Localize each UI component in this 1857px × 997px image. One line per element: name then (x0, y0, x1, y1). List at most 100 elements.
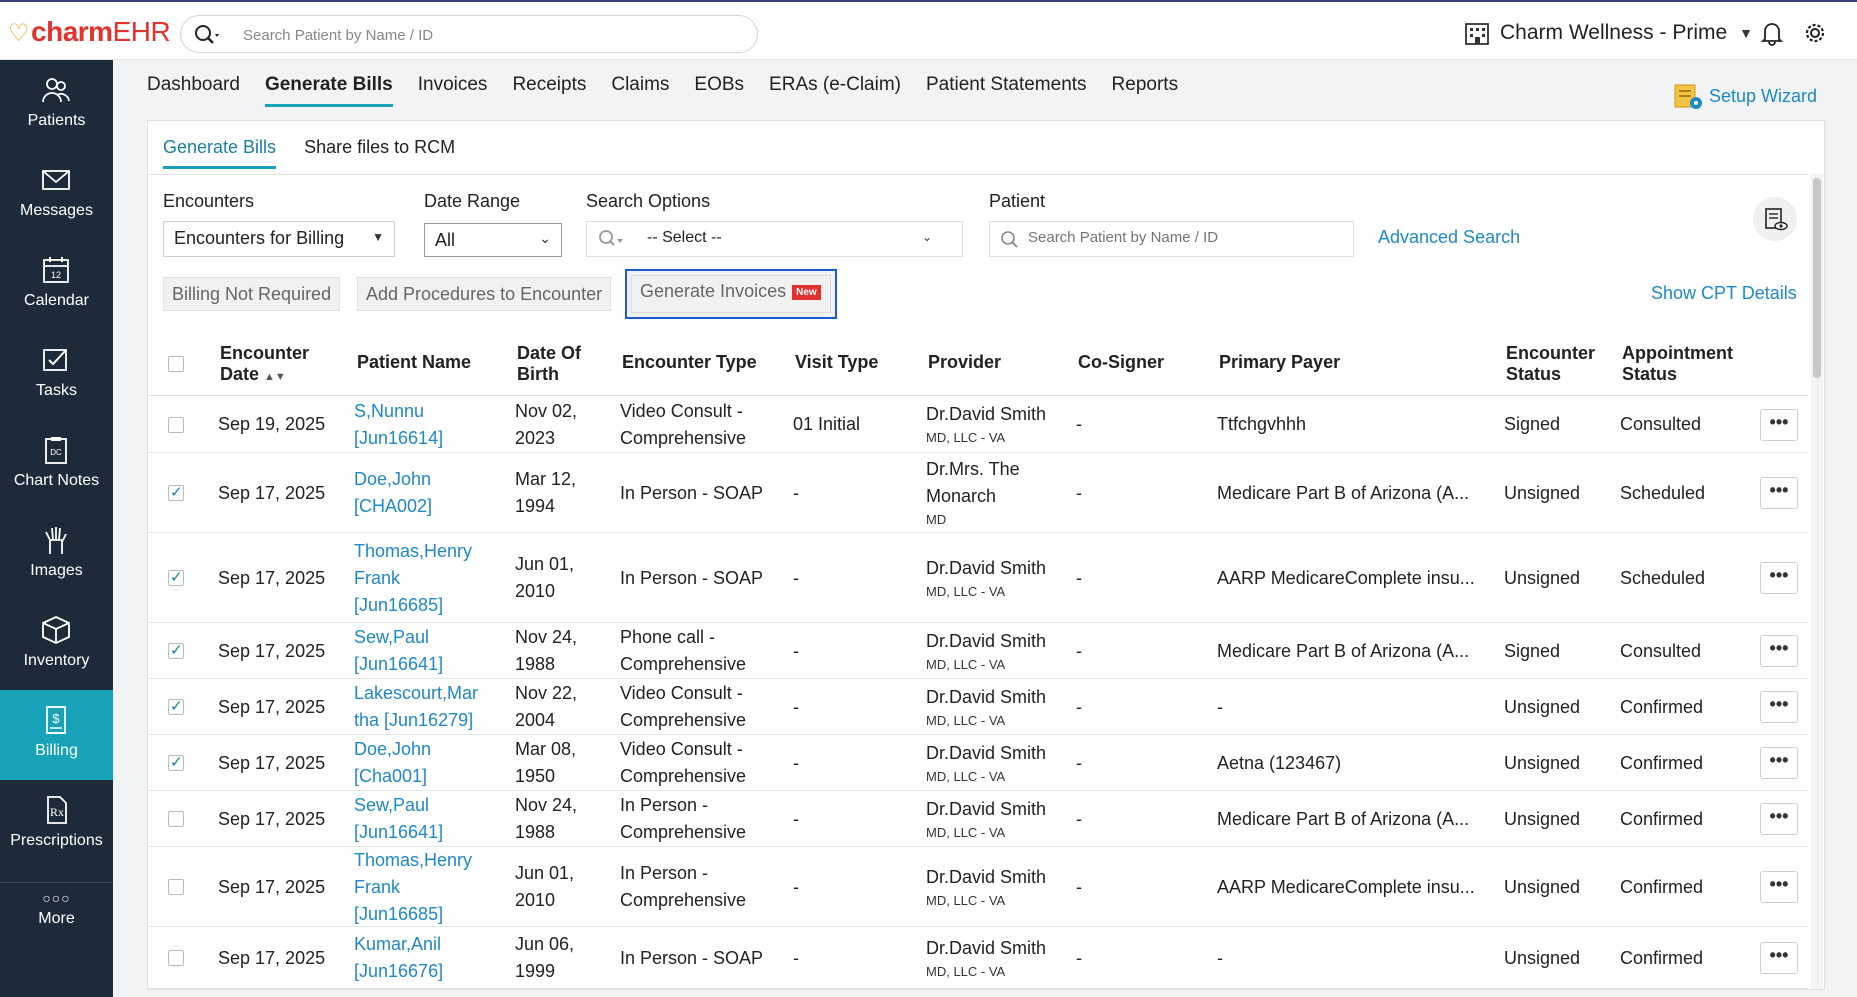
row-checkbox[interactable] (168, 416, 184, 433)
sidebar-item-calendar[interactable]: 12 Calendar (0, 240, 113, 330)
row-actions-menu-button[interactable]: ••• (1760, 871, 1798, 903)
visit-type: - (793, 567, 799, 588)
visit-type: - (793, 482, 799, 503)
patient-name-link[interactable]: Lakescourt,Mar tha [Jun16279] (354, 680, 478, 734)
patient-search-field[interactable] (989, 221, 1354, 257)
encounter-date: Sep 19, 2025 (218, 414, 326, 434)
row-checkbox[interactable] (168, 753, 184, 771)
subtab-share-files-rcm[interactable]: Share files to RCM (304, 137, 455, 169)
table-row: Sep 17, 2025 Thomas,Henry Frank [Jun16685] J… (148, 847, 1808, 927)
patient-name-link[interactable]: S,Nunnu [Jun16614] (354, 398, 443, 452)
header-visit-type: Visit Type (795, 352, 879, 372)
dob-line: Nov 02, (515, 400, 578, 421)
dob-line: Nov 24, (515, 795, 578, 815)
row-actions-menu-button[interactable]: ••• (1760, 408, 1798, 441)
tab-dashboard[interactable]: Dashboard (147, 74, 240, 107)
global-patient-search[interactable] (180, 15, 758, 53)
patient-name-line: Thomas,Henry (354, 850, 473, 870)
generate-invoices-button-highlight[interactable]: Generate Invoices New (625, 269, 837, 319)
patient-name-link[interactable]: Sew,Paul [Jun16641] (354, 624, 443, 678)
encounter-status: Unsigned (1504, 567, 1581, 588)
encounters-value: Encounters for Billing (174, 228, 345, 248)
appointment-status: Scheduled (1620, 482, 1706, 503)
document-view-icon (1765, 208, 1788, 231)
encounter-type: Phone call - Comprehensive (620, 624, 746, 678)
clinic-selector[interactable]: Charm Wellness - Prime ▼ (1462, 20, 1753, 46)
patient-name-link[interactable]: Doe,John [CHA002] (354, 466, 432, 520)
row-actions-menu-button[interactable]: ••• (1760, 691, 1798, 723)
add-procedures-button[interactable]: Add Procedures to Encounter (357, 277, 612, 311)
chevron-down-icon: ▼ (1739, 25, 1754, 41)
encounter-type-line: Comprehensive (620, 890, 747, 910)
row-actions-menu-button[interactable]: ••• (1760, 635, 1798, 667)
sidebar-item-inventory[interactable]: Inventory (0, 600, 113, 690)
row-checkbox[interactable] (168, 641, 184, 659)
provider-credentials: MD, LLC - VA (926, 583, 1006, 599)
global-search-input[interactable] (243, 24, 723, 46)
sidebar-item-patients[interactable]: Patients (0, 60, 113, 150)
view-report-button[interactable] (1753, 197, 1797, 241)
gear-icon[interactable] (1802, 20, 1828, 46)
header-encounter-date[interactable]: Encounter Date ▲▼ (220, 343, 320, 388)
row-checkbox[interactable] (168, 950, 184, 966)
tab-patient-statements[interactable]: Patient Statements (926, 74, 1087, 107)
setup-wizard-link[interactable]: Setup Wizard (1673, 82, 1817, 110)
tab-invoices[interactable]: Invoices (418, 74, 488, 107)
row-checkbox[interactable] (168, 483, 184, 501)
show-cpt-details-link[interactable]: Show CPT Details (1651, 283, 1797, 304)
visit-type: 01 Initial (793, 414, 861, 434)
row-checkbox[interactable] (168, 568, 184, 586)
patient-name-link[interactable]: Thomas,Henry Frank [Jun16685] (354, 847, 472, 928)
header-dob: Date Of Birth (517, 343, 582, 384)
bell-icon[interactable] (1759, 20, 1785, 46)
encounter-date: Sep 17, 2025 (218, 752, 326, 773)
select-all-checkbox[interactable] (168, 356, 184, 372)
provider: Dr.David Smith MD, LLC - VA (926, 796, 1046, 843)
provider-credentials: MD, LLC - VA (926, 892, 1006, 908)
sidebar-item-chart-notes[interactable]: DC Chart Notes (0, 420, 113, 510)
row-checkbox[interactable] (168, 697, 184, 715)
tab-receipts[interactable]: Receipts (512, 74, 586, 107)
tab-claims[interactable]: Claims (611, 74, 669, 107)
sidebar-item-more[interactable]: ○○○ More (0, 882, 113, 972)
generate-invoices-button[interactable]: Generate Invoices New (631, 275, 831, 313)
sidebar-item-billing[interactable]: $ Billing (0, 690, 113, 780)
patient-name-link[interactable]: Sew,Paul [Jun16641] (354, 792, 443, 846)
row-checkbox[interactable] (168, 879, 184, 895)
search-icon[interactable] (193, 23, 223, 47)
dob-line: Mar 08, (515, 739, 577, 759)
row-actions-menu-button[interactable]: ••• (1760, 803, 1798, 835)
date-range-select[interactable]: All ⌄ (424, 223, 562, 257)
provider-credentials: MD (926, 512, 947, 527)
patient-name-link[interactable]: Kumar,Anil [Jun16676] (354, 931, 443, 985)
billing-not-required-button[interactable]: Billing Not Required (163, 277, 341, 311)
advanced-search-link[interactable]: Advanced Search (1378, 227, 1520, 248)
tab-eras[interactable]: ERAs (e-Claim) (769, 74, 901, 107)
subtab-generate-bills[interactable]: Generate Bills (163, 137, 277, 169)
encounters-select[interactable]: Encounters for Billing ▼ (163, 221, 395, 257)
patient-name-link[interactable]: Thomas,Henry Frank [Jun16685] (354, 538, 472, 619)
patient-name-link[interactable]: Doe,John [Cha001] (354, 736, 431, 790)
tab-eobs[interactable]: EOBs (694, 74, 744, 107)
charm-ehr-logo[interactable]: ♡charmEHR (8, 16, 171, 48)
row-actions-menu-button[interactable]: ••• (1760, 562, 1798, 594)
header-encounter-type: Encounter Type (622, 352, 757, 372)
encounter-type-line: In Person - (620, 795, 709, 815)
scrollbar-thumb[interactable] (1813, 178, 1821, 378)
search-options-select[interactable]: -- Select -- ⌄ (586, 221, 963, 257)
sidebar-item-images[interactable]: Images (0, 510, 113, 600)
row-checkbox[interactable] (168, 811, 184, 827)
scrollbar[interactable] (1811, 174, 1823, 989)
patient-search-input[interactable] (1028, 229, 1338, 246)
tab-generate-bills[interactable]: Generate Bills (264, 74, 393, 107)
sidebar-item-prescriptions[interactable]: Rx Prescriptions (0, 780, 113, 870)
tab-reports[interactable]: Reports (1112, 74, 1179, 107)
provider-credentials: MD, LLC - VA (926, 712, 1006, 728)
sidebar-item-messages[interactable]: Messages (0, 150, 113, 240)
row-actions-menu-button[interactable]: ••• (1760, 747, 1798, 779)
row-actions-menu-button[interactable]: ••• (1760, 942, 1798, 974)
provider-name: Dr.David Smith (926, 686, 1047, 707)
sidebar-item-tasks[interactable]: Tasks (0, 330, 113, 420)
generate-invoices-label: Generate Invoices (640, 281, 787, 301)
row-actions-menu-button[interactable]: ••• (1760, 477, 1798, 509)
